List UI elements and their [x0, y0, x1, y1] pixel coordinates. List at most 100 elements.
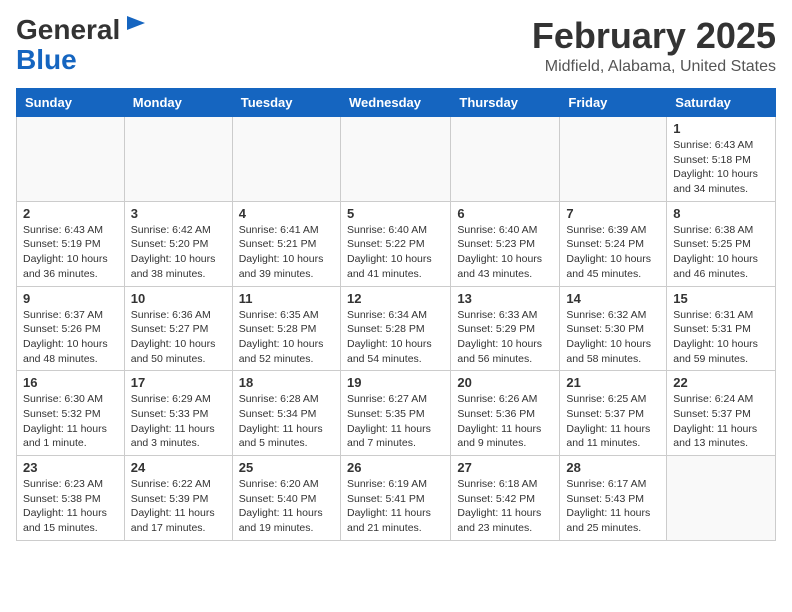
day-info: Sunrise: 6:32 AMSunset: 5:30 PMDaylight:…: [566, 308, 660, 367]
calendar-cell: [340, 117, 450, 202]
day-number: 15: [673, 291, 769, 306]
month-title: February 2025: [532, 16, 776, 56]
day-number: 10: [131, 291, 226, 306]
day-info: Sunrise: 6:40 AMSunset: 5:23 PMDaylight:…: [457, 223, 553, 282]
calendar-cell: 7 Sunrise: 6:39 AMSunset: 5:24 PMDaylight…: [560, 201, 667, 286]
calendar-cell: 18 Sunrise: 6:28 AMSunset: 5:34 PMDayligh…: [232, 371, 340, 456]
calendar-cell: 23 Sunrise: 6:23 AMSunset: 5:38 PMDayligh…: [17, 456, 125, 541]
day-number: 4: [239, 206, 334, 221]
weekday-header-row: SundayMondayTuesdayWednesdayThursdayFrid…: [17, 89, 776, 117]
day-number: 18: [239, 375, 334, 390]
calendar-cell: 15Sunrise: 6:31 AMSunset: 5:31 PMDayligh…: [667, 286, 776, 371]
calendar-cell: 19 Sunrise: 6:27 AMSunset: 5:35 PMDayligh…: [340, 371, 450, 456]
day-number: 8: [673, 206, 769, 221]
day-info: Sunrise: 6:43 AMSunset: 5:19 PMDaylight:…: [23, 223, 118, 282]
day-number: 14: [566, 291, 660, 306]
logo-general: General: [16, 14, 120, 45]
weekday-header-thursday: Thursday: [451, 89, 560, 117]
calendar-cell: [232, 117, 340, 202]
day-number: 26: [347, 460, 444, 475]
weekday-header-monday: Monday: [124, 89, 232, 117]
location-title: Midfield, Alabama, United States: [532, 58, 776, 76]
day-info: Sunrise: 6:35 AMSunset: 5:28 PMDaylight:…: [239, 308, 334, 367]
calendar-cell: 16 Sunrise: 6:30 AMSunset: 5:32 PMDayligh…: [17, 371, 125, 456]
day-number: 7: [566, 206, 660, 221]
calendar-cell: 21 Sunrise: 6:25 AMSunset: 5:37 PMDayligh…: [560, 371, 667, 456]
title-area: February 2025 Midfield, Alabama, United …: [532, 16, 776, 76]
week-row-2: 2 Sunrise: 6:43 AMSunset: 5:19 PMDaylight…: [17, 201, 776, 286]
day-info: Sunrise: 6:36 AMSunset: 5:27 PMDaylight:…: [131, 308, 226, 367]
day-number: 23: [23, 460, 118, 475]
calendar-cell: 10 Sunrise: 6:36 AMSunset: 5:27 PMDayligh…: [124, 286, 232, 371]
calendar-cell: 12 Sunrise: 6:34 AMSunset: 5:28 PMDayligh…: [340, 286, 450, 371]
day-info: Sunrise: 6:42 AMSunset: 5:20 PMDaylight:…: [131, 223, 226, 282]
day-number: 28: [566, 460, 660, 475]
calendar-cell: 26 Sunrise: 6:19 AMSunset: 5:41 PMDayligh…: [340, 456, 450, 541]
day-number: 20: [457, 375, 553, 390]
calendar-cell: 11 Sunrise: 6:35 AMSunset: 5:28 PMDayligh…: [232, 286, 340, 371]
day-number: 2: [23, 206, 118, 221]
day-number: 24: [131, 460, 226, 475]
day-number: 16: [23, 375, 118, 390]
logo: General Blue: [16, 16, 145, 76]
day-number: 19: [347, 375, 444, 390]
day-number: 1: [673, 121, 769, 136]
day-number: 9: [23, 291, 118, 306]
calendar-cell: 4Sunrise: 6:41 AMSunset: 5:21 PMDaylight…: [232, 201, 340, 286]
calendar-cell: 5Sunrise: 6:40 AMSunset: 5:22 PMDaylight…: [340, 201, 450, 286]
calendar-cell: 8Sunrise: 6:38 AMSunset: 5:25 PMDaylight…: [667, 201, 776, 286]
day-info: Sunrise: 6:22 AMSunset: 5:39 PMDaylight:…: [131, 477, 226, 536]
week-row-1: 1Sunrise: 6:43 AMSunset: 5:18 PMDaylight…: [17, 117, 776, 202]
day-info: Sunrise: 6:18 AMSunset: 5:42 PMDaylight:…: [457, 477, 553, 536]
logo-icon: [127, 16, 145, 30]
day-info: Sunrise: 6:37 AMSunset: 5:26 PMDaylight:…: [23, 308, 118, 367]
day-info: Sunrise: 6:17 AMSunset: 5:43 PMDaylight:…: [566, 477, 660, 536]
week-row-4: 16 Sunrise: 6:30 AMSunset: 5:32 PMDayligh…: [17, 371, 776, 456]
day-info: Sunrise: 6:34 AMSunset: 5:28 PMDaylight:…: [347, 308, 444, 367]
week-row-3: 9 Sunrise: 6:37 AMSunset: 5:26 PMDaylight…: [17, 286, 776, 371]
calendar-cell: 13 Sunrise: 6:33 AMSunset: 5:29 PMDayligh…: [451, 286, 560, 371]
calendar-cell: 1Sunrise: 6:43 AMSunset: 5:18 PMDaylight…: [667, 117, 776, 202]
calendar-cell: [667, 456, 776, 541]
day-number: 6: [457, 206, 553, 221]
calendar-cell: 9 Sunrise: 6:37 AMSunset: 5:26 PMDaylight…: [17, 286, 125, 371]
day-info: Sunrise: 6:24 AMSunset: 5:37 PMDaylight:…: [673, 392, 769, 451]
day-info: Sunrise: 6:29 AMSunset: 5:33 PMDaylight:…: [131, 392, 226, 451]
day-info: Sunrise: 6:27 AMSunset: 5:35 PMDaylight:…: [347, 392, 444, 451]
calendar-cell: [451, 117, 560, 202]
weekday-header-tuesday: Tuesday: [232, 89, 340, 117]
day-info: Sunrise: 6:23 AMSunset: 5:38 PMDaylight:…: [23, 477, 118, 536]
day-info: Sunrise: 6:20 AMSunset: 5:40 PMDaylight:…: [239, 477, 334, 536]
day-info: Sunrise: 6:33 AMSunset: 5:29 PMDaylight:…: [457, 308, 553, 367]
calendar-cell: 24 Sunrise: 6:22 AMSunset: 5:39 PMDayligh…: [124, 456, 232, 541]
calendar-cell: 6 Sunrise: 6:40 AMSunset: 5:23 PMDaylight…: [451, 201, 560, 286]
day-info: Sunrise: 6:39 AMSunset: 5:24 PMDaylight:…: [566, 223, 660, 282]
day-info: Sunrise: 6:28 AMSunset: 5:34 PMDaylight:…: [239, 392, 334, 451]
weekday-header-saturday: Saturday: [667, 89, 776, 117]
logo-blue: Blue: [16, 44, 77, 75]
day-number: 17: [131, 375, 226, 390]
day-number: 3: [131, 206, 226, 221]
calendar-cell: 2 Sunrise: 6:43 AMSunset: 5:19 PMDaylight…: [17, 201, 125, 286]
weekday-header-friday: Friday: [560, 89, 667, 117]
day-number: 22: [673, 375, 769, 390]
day-number: 21: [566, 375, 660, 390]
calendar-cell: 27Sunrise: 6:18 AMSunset: 5:42 PMDayligh…: [451, 456, 560, 541]
page-header: General Blue February 2025 Midfield, Ala…: [16, 16, 776, 76]
weekday-header-sunday: Sunday: [17, 89, 125, 117]
day-number: 12: [347, 291, 444, 306]
calendar-cell: [17, 117, 125, 202]
day-number: 13: [457, 291, 553, 306]
week-row-5: 23 Sunrise: 6:23 AMSunset: 5:38 PMDayligh…: [17, 456, 776, 541]
calendar-cell: 17 Sunrise: 6:29 AMSunset: 5:33 PMDayligh…: [124, 371, 232, 456]
weekday-header-wednesday: Wednesday: [340, 89, 450, 117]
calendar-cell: 20Sunrise: 6:26 AMSunset: 5:36 PMDayligh…: [451, 371, 560, 456]
day-info: Sunrise: 6:30 AMSunset: 5:32 PMDaylight:…: [23, 392, 118, 451]
day-info: Sunrise: 6:25 AMSunset: 5:37 PMDaylight:…: [566, 392, 660, 451]
calendar-cell: 25Sunrise: 6:20 AMSunset: 5:40 PMDayligh…: [232, 456, 340, 541]
day-number: 11: [239, 291, 334, 306]
calendar-cell: [124, 117, 232, 202]
calendar-cell: 14 Sunrise: 6:32 AMSunset: 5:30 PMDayligh…: [560, 286, 667, 371]
day-info: Sunrise: 6:19 AMSunset: 5:41 PMDaylight:…: [347, 477, 444, 536]
day-info: Sunrise: 6:40 AMSunset: 5:22 PMDaylight:…: [347, 223, 444, 282]
